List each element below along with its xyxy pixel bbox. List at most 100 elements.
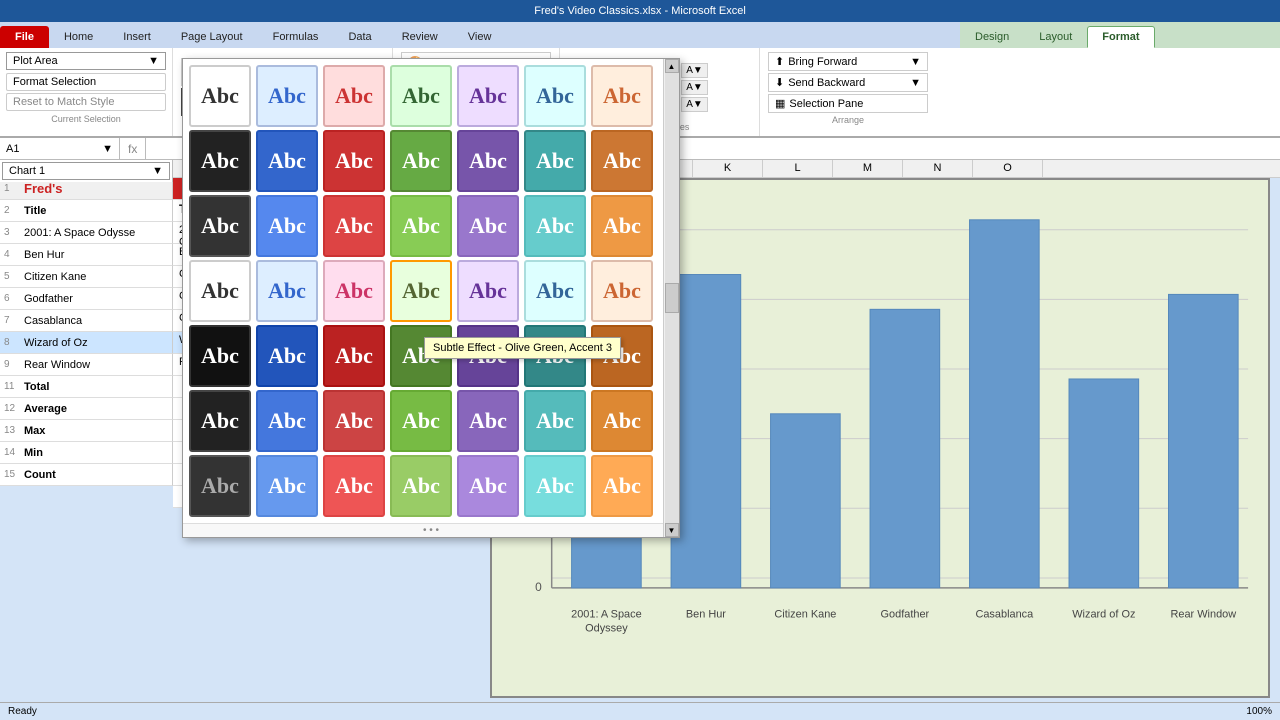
cell-reference-box[interactable]: A1 ▼ (0, 138, 120, 159)
abc-btn-2-7[interactable]: Abc (591, 130, 653, 192)
tab-pagelayout[interactable]: Page Layout (166, 26, 258, 48)
movie-row-6: 8 Wizard of Oz (0, 332, 173, 354)
abc-btn-7-5[interactable]: Abc (457, 455, 519, 517)
abc-btn-3-3[interactable]: Abc (323, 195, 385, 257)
reset-style-button[interactable]: Reset to Match Style (6, 93, 166, 111)
popup-more-indicator: • • • (183, 523, 679, 537)
abc-btn-7-6[interactable]: Abc (524, 455, 586, 517)
movie-row-5: 7 Casablanca (0, 310, 173, 332)
tab-insert[interactable]: Insert (108, 26, 166, 48)
abc-btn-5-1[interactable]: Abc (189, 325, 251, 387)
abc-btn-4-3[interactable]: Abc (323, 260, 385, 322)
title-text: Fred's Video Classics.xlsx - Microsoft E… (534, 5, 746, 17)
tab-formulas[interactable]: Formulas (258, 26, 334, 48)
abc-btn-1-1[interactable]: Abc (189, 65, 251, 127)
scroll-track-2 (665, 313, 679, 523)
chart-dropdown-arrow: ▼ (152, 165, 163, 177)
bring-forward-arrow: ▼ (910, 56, 921, 68)
abc-btn-4-2[interactable]: Abc (256, 260, 318, 322)
abc-btn-3-5[interactable]: Abc (457, 195, 519, 257)
svg-text:Citizen Kane: Citizen Kane (774, 609, 836, 621)
popup-scrollbar[interactable]: ▲ ▼ (663, 59, 679, 537)
text-effects-button[interactable]: A▼ (681, 97, 708, 112)
current-selection-label: Current Selection (6, 114, 166, 124)
abc-btn-6-7[interactable]: Abc (591, 390, 653, 452)
format-selection-button[interactable]: Format Selection (6, 73, 166, 91)
abc-btn-6-2[interactable]: Abc (256, 390, 318, 452)
text-outline-button[interactable]: A▼ (681, 80, 708, 95)
abc-btn-1-6[interactable]: Abc (524, 65, 586, 127)
tab-data[interactable]: Data (333, 26, 386, 48)
svg-text:Ben Hur: Ben Hur (686, 609, 726, 621)
movie-row-3: 5 Citizen Kane (0, 266, 173, 288)
svg-text:0: 0 (535, 580, 542, 594)
selection-pane-button[interactable]: ▦ Selection Pane (768, 94, 928, 113)
scroll-up-btn[interactable]: ▲ (665, 59, 679, 73)
tab-design[interactable]: Design (960, 26, 1024, 48)
tab-file[interactable]: File (0, 26, 49, 48)
tab-format[interactable]: Format (1087, 26, 1154, 48)
movie-row-1: 3 2001: A Space Odysse (0, 222, 173, 244)
abc-btn-1-3[interactable]: Abc (323, 65, 385, 127)
bring-forward-icon: ⬆ (775, 55, 784, 68)
chart-area-dropdown[interactable]: Chart 1 ▼ (2, 162, 170, 180)
tab-view[interactable]: View (453, 26, 507, 48)
title-bar: Fred's Video Classics.xlsx - Microsoft E… (0, 0, 1280, 22)
stat-row-min: 14 Min (0, 442, 173, 464)
tab-review[interactable]: Review (387, 26, 453, 48)
abc-btn-7-7[interactable]: Abc (591, 455, 653, 517)
arrange-section: ⬆ Bring Forward ▼ ⬇ Send Backward ▼ ▦ Se… (760, 48, 936, 136)
tab-home[interactable]: Home (49, 26, 108, 48)
svg-text:Casablanca: Casablanca (975, 609, 1034, 621)
abc-btn-1-2[interactable]: Abc (256, 65, 318, 127)
abc-btn-6-4[interactable]: Abc (390, 390, 452, 452)
current-selection-section: Plot Area ▼ Format Selection Reset to Ma… (0, 48, 173, 136)
abc-btn-4-7[interactable]: Abc (591, 260, 653, 322)
svg-text:Odyssey: Odyssey (585, 623, 628, 635)
abc-btn-3-6[interactable]: Abc (524, 195, 586, 257)
abc-btn-1-4[interactable]: Abc (390, 65, 452, 127)
formula-fx: fx (120, 142, 145, 156)
abc-btn-5-3[interactable]: Abc (323, 325, 385, 387)
abc-btn-7-2[interactable]: Abc (256, 455, 318, 517)
status-ready: Ready (8, 706, 37, 717)
name-box[interactable]: Plot Area ▼ (6, 52, 166, 70)
abc-btn-4-4[interactable]: Abc (390, 260, 452, 322)
scroll-down-btn[interactable]: ▼ (665, 523, 679, 537)
abc-btn-2-1[interactable]: Abc (189, 130, 251, 192)
bring-forward-button[interactable]: ⬆ Bring Forward ▼ (768, 52, 928, 71)
abc-btn-6-1[interactable]: Abc (189, 390, 251, 452)
text-fill-button[interactable]: A▼ (681, 63, 708, 78)
abc-btn-2-6[interactable]: Abc (524, 130, 586, 192)
abc-btn-3-4[interactable]: Abc (390, 195, 452, 257)
scroll-thumb[interactable] (665, 283, 679, 313)
abc-btn-6-5[interactable]: Abc (457, 390, 519, 452)
svg-text:Godfather: Godfather (881, 609, 930, 621)
abc-btn-4-5[interactable]: Abc (457, 260, 519, 322)
abc-btn-5-2[interactable]: Abc (256, 325, 318, 387)
abc-btn-6-3[interactable]: Abc (323, 390, 385, 452)
abc-btn-3-1[interactable]: Abc (189, 195, 251, 257)
abc-btn-6-6[interactable]: Abc (524, 390, 586, 452)
abc-btn-1-5[interactable]: Abc (457, 65, 519, 127)
abc-btn-4-1[interactable]: Abc (189, 260, 251, 322)
tab-layout[interactable]: Layout (1024, 26, 1087, 48)
send-backward-button[interactable]: ⬇ Send Backward ▼ (768, 73, 928, 92)
abc-btn-7-4[interactable]: Abc (390, 455, 452, 517)
abc-btn-2-2[interactable]: Abc (256, 130, 318, 192)
name-box-container: Plot Area ▼ (6, 52, 166, 70)
ribbon-tabs: File Home Insert Page Layout Formulas Da… (0, 22, 960, 48)
abc-btn-3-2[interactable]: Abc (256, 195, 318, 257)
abc-btn-7-3[interactable]: Abc (323, 455, 385, 517)
abc-btn-7-1[interactable]: Abc (189, 455, 251, 517)
abc-btn-3-7[interactable]: Abc (591, 195, 653, 257)
col-header-n: N (903, 160, 973, 177)
abc-btn-1-7[interactable]: Abc (591, 65, 653, 127)
svg-text:2001: A Space: 2001: A Space (571, 609, 642, 621)
abc-btn-4-6[interactable]: Abc (524, 260, 586, 322)
expand-dots: • • • (423, 525, 439, 536)
abc-btn-2-4[interactable]: Abc (390, 130, 452, 192)
abc-btn-2-3[interactable]: Abc (323, 130, 385, 192)
abc-btn-2-5[interactable]: Abc (457, 130, 519, 192)
wordart-popup: Abc Abc Abc Abc Abc Abc Abc Abc Abc Abc … (182, 58, 680, 538)
